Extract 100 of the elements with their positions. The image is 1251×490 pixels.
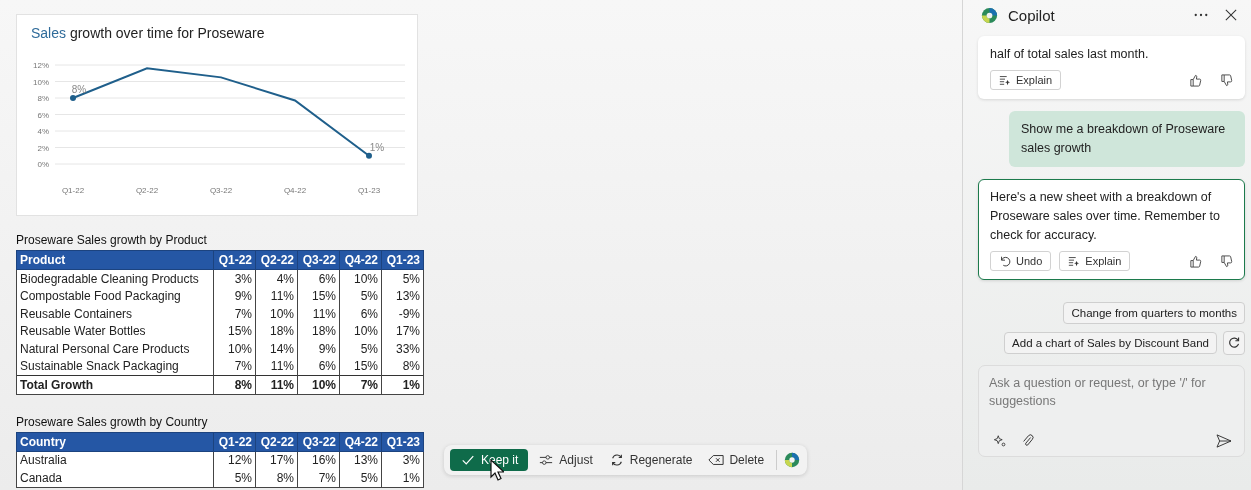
table-cell: Canada [16,469,214,487]
data-label: 1% [369,141,385,153]
adjust-button[interactable]: Adjust [532,449,599,471]
table-cell: 33% [381,340,424,358]
thumbs-up-icon[interactable] [1189,254,1202,268]
table-cell: 5% [339,340,382,358]
column-header: Q4-22 [339,250,382,270]
thumbs-up-icon[interactable] [1189,73,1202,87]
column-header: Country [16,432,214,451]
table-cell: 1% [381,375,424,394]
table-cell: 10% [339,269,382,288]
regenerate-button[interactable]: Regenerate [602,449,699,471]
table-cell: 9% [297,340,340,358]
table-cell: 9% [213,287,256,305]
thumbs-down-icon[interactable] [1220,73,1233,87]
table-cell: Sustainable Snack Packaging [16,357,214,376]
column-header: Q1-23 [381,432,424,451]
paperclip-icon[interactable] [1021,434,1035,448]
table-cell: 5% [213,469,256,487]
more-icon[interactable] [1194,13,1208,17]
table-cell: 11% [297,305,340,323]
column-header: Q1-22 [213,250,256,270]
refresh-icon[interactable] [1223,331,1245,355]
table-cell: Biodegradable Cleaning Products [16,269,214,288]
table-cell: 13% [339,451,382,469]
table-cell: 18% [297,322,340,340]
table-cell: Reusable Containers [16,305,214,323]
table-cell: 14% [255,340,298,358]
table-cell: 10% [213,340,256,358]
x-tick-label: Q4-22 [283,186,307,195]
table-cell: 7% [213,305,256,323]
y-tick-label: 4% [37,127,49,136]
table-cell: 8% [255,469,298,487]
table-cell: 11% [255,287,298,305]
undo-icon [999,255,1011,267]
close-icon[interactable] [1225,9,1237,21]
table-cell: 6% [297,357,340,376]
table-cell: 16% [297,451,340,469]
table-cell: 13% [381,287,424,305]
table-cell: 6% [339,305,382,323]
column-header: Q1-22 [213,432,256,451]
data-point [366,152,372,159]
data-point [70,95,76,101]
column-header: Q2-22 [255,432,298,451]
table-cell: Reusable Water Bottles [16,322,214,340]
table-cell: 5% [339,469,382,487]
column-header: Product [16,250,214,270]
panel-title: Copilot [1008,6,1055,24]
explain-button[interactable]: Explain [990,70,1062,90]
table-cell: Compostable Food Packaging [16,287,214,305]
table-cell: 3% [213,269,256,288]
table-cell: 15% [213,322,256,340]
table-cell: 5% [381,269,424,288]
y-tick-label: 6% [37,110,49,120]
chat-input-box[interactable]: Ask a question or request, or type '/' for suggestions [978,365,1245,457]
table-cell: 8% [381,357,424,376]
column-header: Q3-22 [297,250,340,270]
table-cell: 10% [339,322,382,340]
table-cell: 18% [255,322,298,340]
table-title: Proseware Sales growth by Country [16,414,209,429]
send-icon[interactable] [1216,434,1232,448]
explain-button[interactable]: Explain [1059,251,1131,271]
table-cell: 5% [339,287,382,305]
table-cell: 1% [381,469,424,487]
y-tick-label: 12% [33,61,49,70]
table-cell: 7% [297,469,340,487]
explain-icon [999,74,1011,86]
undo-button[interactable]: Undo [990,251,1052,271]
x-tick-label: Q1-22 [61,186,85,195]
table-cell: -9% [381,305,424,323]
data-label: 8% [71,84,87,95]
chat-input-field[interactable]: Ask a question or request, or type '/' for suggestions [989,374,1232,412]
backspace-icon [708,453,725,467]
chart-title: Sales growth over time for Proseware [30,24,266,43]
column-header: Q4-22 [339,432,382,451]
table-cell: 12% [213,451,256,469]
table-cell: 11% [255,375,298,394]
thumbs-down-icon[interactable] [1220,254,1233,268]
explain-icon [1068,255,1081,267]
table-cell: 15% [339,357,382,376]
sparkle-icon[interactable] [993,434,1007,448]
column-header: Q2-22 [255,250,298,270]
column-header: Q3-22 [297,432,340,451]
table-cell: 7% [213,357,256,376]
suggestion-button[interactable]: Add a chart of Sales by Discount Band [1004,332,1217,354]
assistant-message: Here's a new sheet with a breakdown of Proseware sales over time. Remember to check for accuracy. [990,189,1221,244]
table-cell: 10% [255,305,298,323]
delete-button[interactable]: Delete [702,449,771,471]
table-cell: 17% [255,451,298,469]
user-message: Show me a breakdown of Proseware sales growth [1009,111,1245,167]
y-tick-label: 8% [37,94,49,103]
table-cell: Total Growth [16,375,214,394]
table-cell: 15% [297,287,340,305]
suggestion-button[interactable]: Change from quarters to months [1063,302,1245,324]
sliders-icon [538,453,555,467]
copilot-logo-icon [980,5,999,25]
column-header: Q1-23 [381,250,424,270]
copilot-logo-icon[interactable] [783,451,802,469]
y-tick-label: 2% [37,143,49,153]
table-cell: 6% [297,269,340,288]
